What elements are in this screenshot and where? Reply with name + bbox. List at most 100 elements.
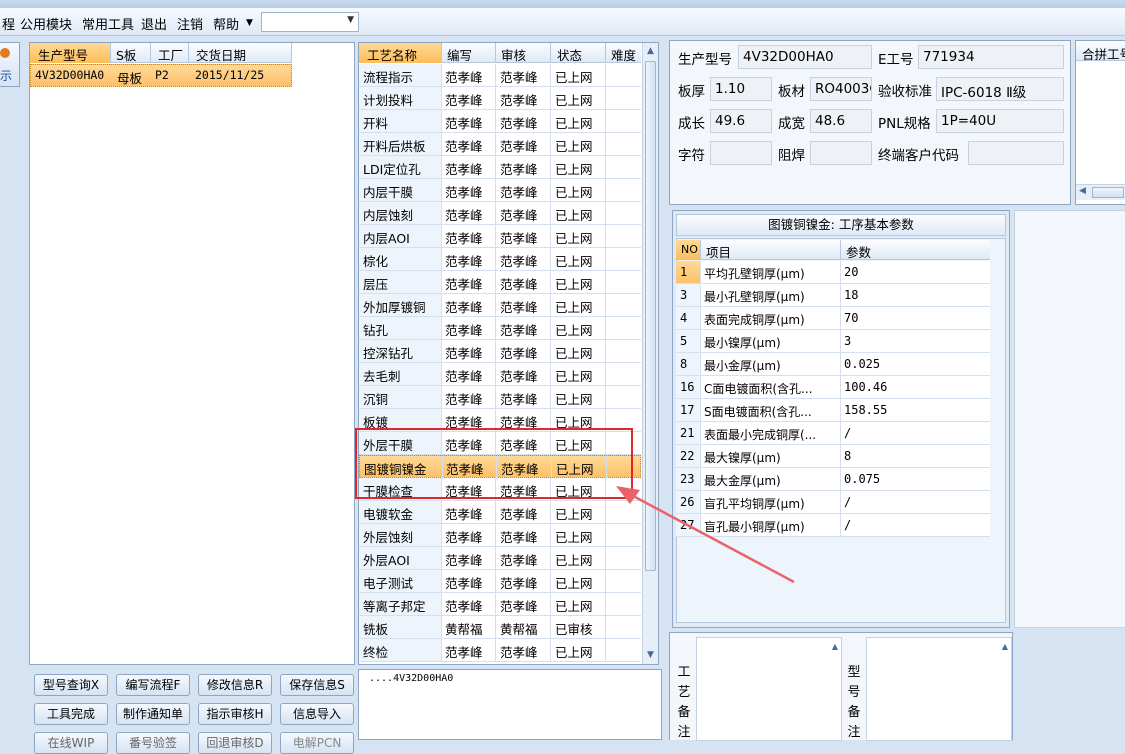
thickness-field[interactable]: 1.10 <box>710 77 772 101</box>
cell-status: 已上网 <box>555 208 593 223</box>
table-row[interactable]: 内层AOI 范孝峰 范孝峰 已上网 <box>359 225 641 248</box>
table-row[interactable]: 内层干膜 范孝峰 范孝峰 已上网 <box>359 179 641 202</box>
param-row[interactable]: 4 表面完成铜厚(μm) 70 <box>676 307 990 330</box>
solder-mask-field[interactable] <box>810 141 872 165</box>
col-header-model[interactable]: 生产型号 <box>38 45 88 64</box>
length-field[interactable]: 49.6 <box>710 109 772 133</box>
table-row[interactable]: 控深钻孔 范孝峰 范孝峰 已上网 <box>359 340 641 363</box>
model-remark-scroll-up-icon[interactable]: ▲ <box>1002 642 1008 651</box>
cell-process-name: 去毛刺 <box>363 369 401 384</box>
scroll-up-icon[interactable]: ▲ <box>643 43 658 59</box>
cell-writer: 范孝峰 <box>445 530 483 545</box>
col-header-s-board[interactable]: S板 <box>116 45 136 64</box>
cell-process-name: 图镀铜镍金 <box>364 462 427 477</box>
product-info-panel: 生产型号 4V32D00HA0 E工号 771934 板厚 1.10 板材 RO… <box>669 40 1071 205</box>
e-number-field[interactable]: 771934 <box>918 45 1064 69</box>
menu-item-logout[interactable]: 注销 <box>177 14 203 33</box>
combo-chevron-down-icon[interactable]: ▼ <box>347 15 354 25</box>
params-grid-header: NO 项目 参数 <box>676 240 990 260</box>
menu-item-process[interactable]: 程 <box>2 14 15 33</box>
table-row[interactable]: 流程指示 范孝峰 范孝峰 已上网 <box>359 64 641 87</box>
param-row[interactable]: 8 最小金厚(μm) 0.025 <box>676 353 990 376</box>
table-row[interactable]: 棕化 范孝峰 范孝峰 已上网 <box>359 248 641 271</box>
table-row[interactable]: 铣板 黄帮福 黄帮福 已审核 <box>359 616 641 639</box>
tool-complete-button[interactable]: 工具完成 <box>34 703 108 725</box>
help-chevron-down-icon[interactable]: ▼ <box>246 18 253 28</box>
cell-status: 已上网 <box>556 462 594 477</box>
legend-field[interactable] <box>710 141 772 165</box>
menu-combo-box[interactable]: ▼ <box>261 12 359 32</box>
model-query-button[interactable]: 型号查询X <box>34 674 108 696</box>
cell-reviewer: 范孝峰 <box>500 162 538 177</box>
param-row[interactable]: 5 最小镍厚(μm) 3 <box>676 330 990 353</box>
standard-field[interactable]: IPC-6018 Ⅱ级 <box>936 77 1064 101</box>
table-row[interactable]: 图镀铜镍金 范孝峰 范孝峰 已上网 <box>359 455 641 479</box>
cell-writer: 范孝峰 <box>445 139 483 154</box>
table-row[interactable]: 等离子邦定 范孝峰 范孝峰 已上网 <box>359 593 641 616</box>
table-row[interactable]: 层压 范孝峰 范孝峰 已上网 <box>359 271 641 294</box>
left-edge-button[interactable]: 示 <box>0 42 20 87</box>
table-row[interactable]: LDI定位孔 范孝峰 范孝峰 已上网 <box>359 156 641 179</box>
customer-code-field[interactable] <box>968 141 1064 165</box>
modify-info-button[interactable]: 修改信息R <box>198 674 272 696</box>
table-row[interactable]: 终检 范孝峰 范孝峰 已上网 <box>359 639 641 662</box>
cell-value: 70 <box>844 311 859 325</box>
col-header-item[interactable]: 项目 <box>706 242 731 261</box>
table-row[interactable]: 钻孔 范孝峰 范孝峰 已上网 <box>359 317 641 340</box>
scroll-down-icon[interactable]: ▼ <box>643 647 658 663</box>
table-row[interactable]: 外层蚀刻 范孝峰 范孝峰 已上网 <box>359 524 641 547</box>
table-row[interactable]: 干膜检查 范孝峰 范孝峰 已上网 <box>359 478 641 501</box>
table-row[interactable]: 外层AOI 范孝峰 范孝峰 已上网 <box>359 547 641 570</box>
table-row[interactable]: 板镀 范孝峰 范孝峰 已上网 <box>359 409 641 432</box>
col-header-delivery-date[interactable]: 交货日期 <box>196 45 246 64</box>
rollback-review-button[interactable]: 回退审核D <box>198 732 272 754</box>
table-row[interactable]: 计划投料 范孝峰 范孝峰 已上网 <box>359 87 641 110</box>
table-row[interactable]: 内层蚀刻 范孝峰 范孝峰 已上网 <box>359 202 641 225</box>
param-row[interactable]: 3 最小孔壁铜厚(μm) 18 <box>676 284 990 307</box>
menu-item-public-modules[interactable]: 公用模块 <box>20 14 72 33</box>
menu-item-exit[interactable]: 退出 <box>141 14 167 33</box>
table-row[interactable]: 开料后烘板 范孝峰 范孝峰 已上网 <box>359 133 641 156</box>
model-remark-field[interactable]: ▲ <box>866 637 1012 741</box>
table-row[interactable]: 4V32D00HA0 母板 P2 2015/11/25 <box>30 64 292 87</box>
menu-item-help[interactable]: 帮助 <box>213 14 239 33</box>
cell-writer: 范孝峰 <box>445 599 483 614</box>
make-notice-button[interactable]: 制作通知单 <box>116 703 190 725</box>
scroll-left-icon[interactable]: ◀ <box>1079 186 1086 196</box>
table-row[interactable]: 外层干膜 范孝峰 范孝峰 已上网 <box>359 432 641 455</box>
cell-factory: P2 <box>155 68 169 82</box>
online-wip-button[interactable]: 在线WIP <box>34 732 108 754</box>
material-field[interactable]: RO4003C <box>810 77 872 101</box>
save-info-button[interactable]: 保存信息S <box>280 674 354 696</box>
table-row[interactable]: 外加厚镀铜 范孝峰 范孝峰 已上网 <box>359 294 641 317</box>
electrolysis-pcn-button[interactable]: 电解PCN <box>280 732 354 754</box>
combine-hscrollbar[interactable]: ◀ <box>1076 184 1125 200</box>
combine-header[interactable]: 合拼工号 <box>1082 44 1125 63</box>
col-header-no[interactable]: NO <box>681 243 698 256</box>
param-row[interactable]: 21 表面最小完成铜厚(... / <box>676 422 990 445</box>
serial-check-button[interactable]: 番号验签 <box>116 732 190 754</box>
width-label: 成宽 <box>778 116 805 132</box>
col-header-value[interactable]: 参数 <box>846 242 871 261</box>
table-row[interactable]: 开料 范孝峰 范孝峰 已上网 <box>359 110 641 133</box>
param-row[interactable]: 16 C面电镀面积(含孔... 100.46 <box>676 376 990 399</box>
param-row[interactable]: 17 S面电镀面积(含孔... 158.55 <box>676 399 990 422</box>
process-remark-field[interactable]: ▲ <box>696 637 842 741</box>
menu-item-common-tools[interactable]: 常用工具 <box>82 14 134 33</box>
pnl-field[interactable]: 1P=40U <box>936 109 1064 133</box>
remark-scroll-up-icon[interactable]: ▲ <box>832 642 838 651</box>
table-row[interactable]: 电镀软金 范孝峰 范孝峰 已上网 <box>359 501 641 524</box>
instruction-review-button[interactable]: 指示审核H <box>198 703 272 725</box>
param-row[interactable]: 22 最大镍厚(μm) 8 <box>676 445 990 468</box>
table-row[interactable]: 电子测试 范孝峰 范孝峰 已上网 <box>359 570 641 593</box>
table-row[interactable]: 去毛刺 范孝峰 范孝峰 已上网 <box>359 363 641 386</box>
model-field[interactable]: 4V32D00HA0 <box>738 45 872 69</box>
param-row[interactable]: 1 平均孔壁铜厚(μm) 20 <box>676 261 990 284</box>
write-flow-button[interactable]: 编写流程F <box>116 674 190 696</box>
standard-label: 验收标准 <box>878 84 932 100</box>
col-header-factory[interactable]: 工厂 <box>158 45 183 64</box>
width-field[interactable]: 48.6 <box>810 109 872 133</box>
table-row[interactable]: 沉铜 范孝峰 范孝峰 已上网 <box>359 386 641 409</box>
cell-process-name: 内层AOI <box>363 231 410 246</box>
info-import-button[interactable]: 信息导入 <box>280 703 354 725</box>
